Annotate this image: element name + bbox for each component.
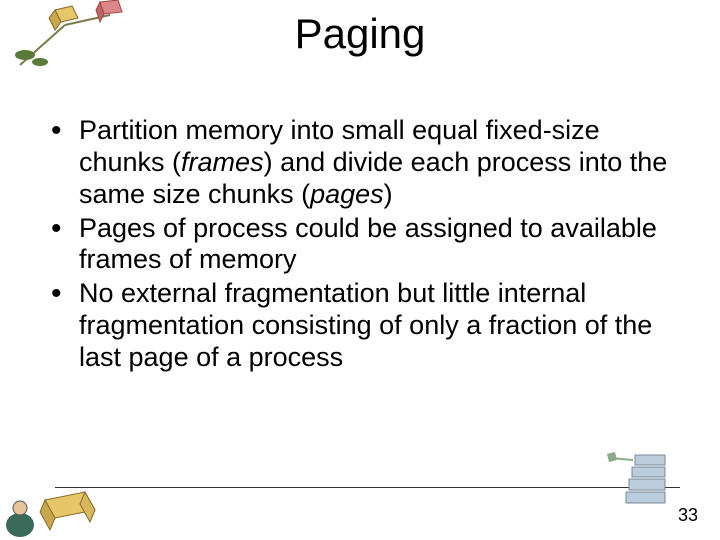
slide-body: Partition memory into small equal fixed-… xyxy=(45,115,685,376)
bullet-item: Pages of process could be assigned to av… xyxy=(45,213,685,277)
clipart-bottom-right-icon xyxy=(605,450,675,510)
page-number: 33 xyxy=(678,505,698,526)
bullet-text: ) xyxy=(384,179,393,209)
bullet-em: pages xyxy=(310,179,384,209)
bullet-item: Partition memory into small equal fixed-… xyxy=(45,115,685,211)
clipart-bottom-left-icon xyxy=(0,470,120,540)
bullet-em: frames xyxy=(181,147,264,177)
footer-divider xyxy=(55,487,680,488)
slide-title: Paging xyxy=(0,0,720,58)
bullet-text: No external fragmentation but little int… xyxy=(79,278,652,372)
bullet-item: No external fragmentation but little int… xyxy=(45,278,685,374)
bullet-list: Partition memory into small equal fixed-… xyxy=(45,115,685,374)
bullet-text: Pages of process could be assigned to av… xyxy=(79,213,657,275)
slide: Paging Partition memory into small equal… xyxy=(0,0,720,540)
